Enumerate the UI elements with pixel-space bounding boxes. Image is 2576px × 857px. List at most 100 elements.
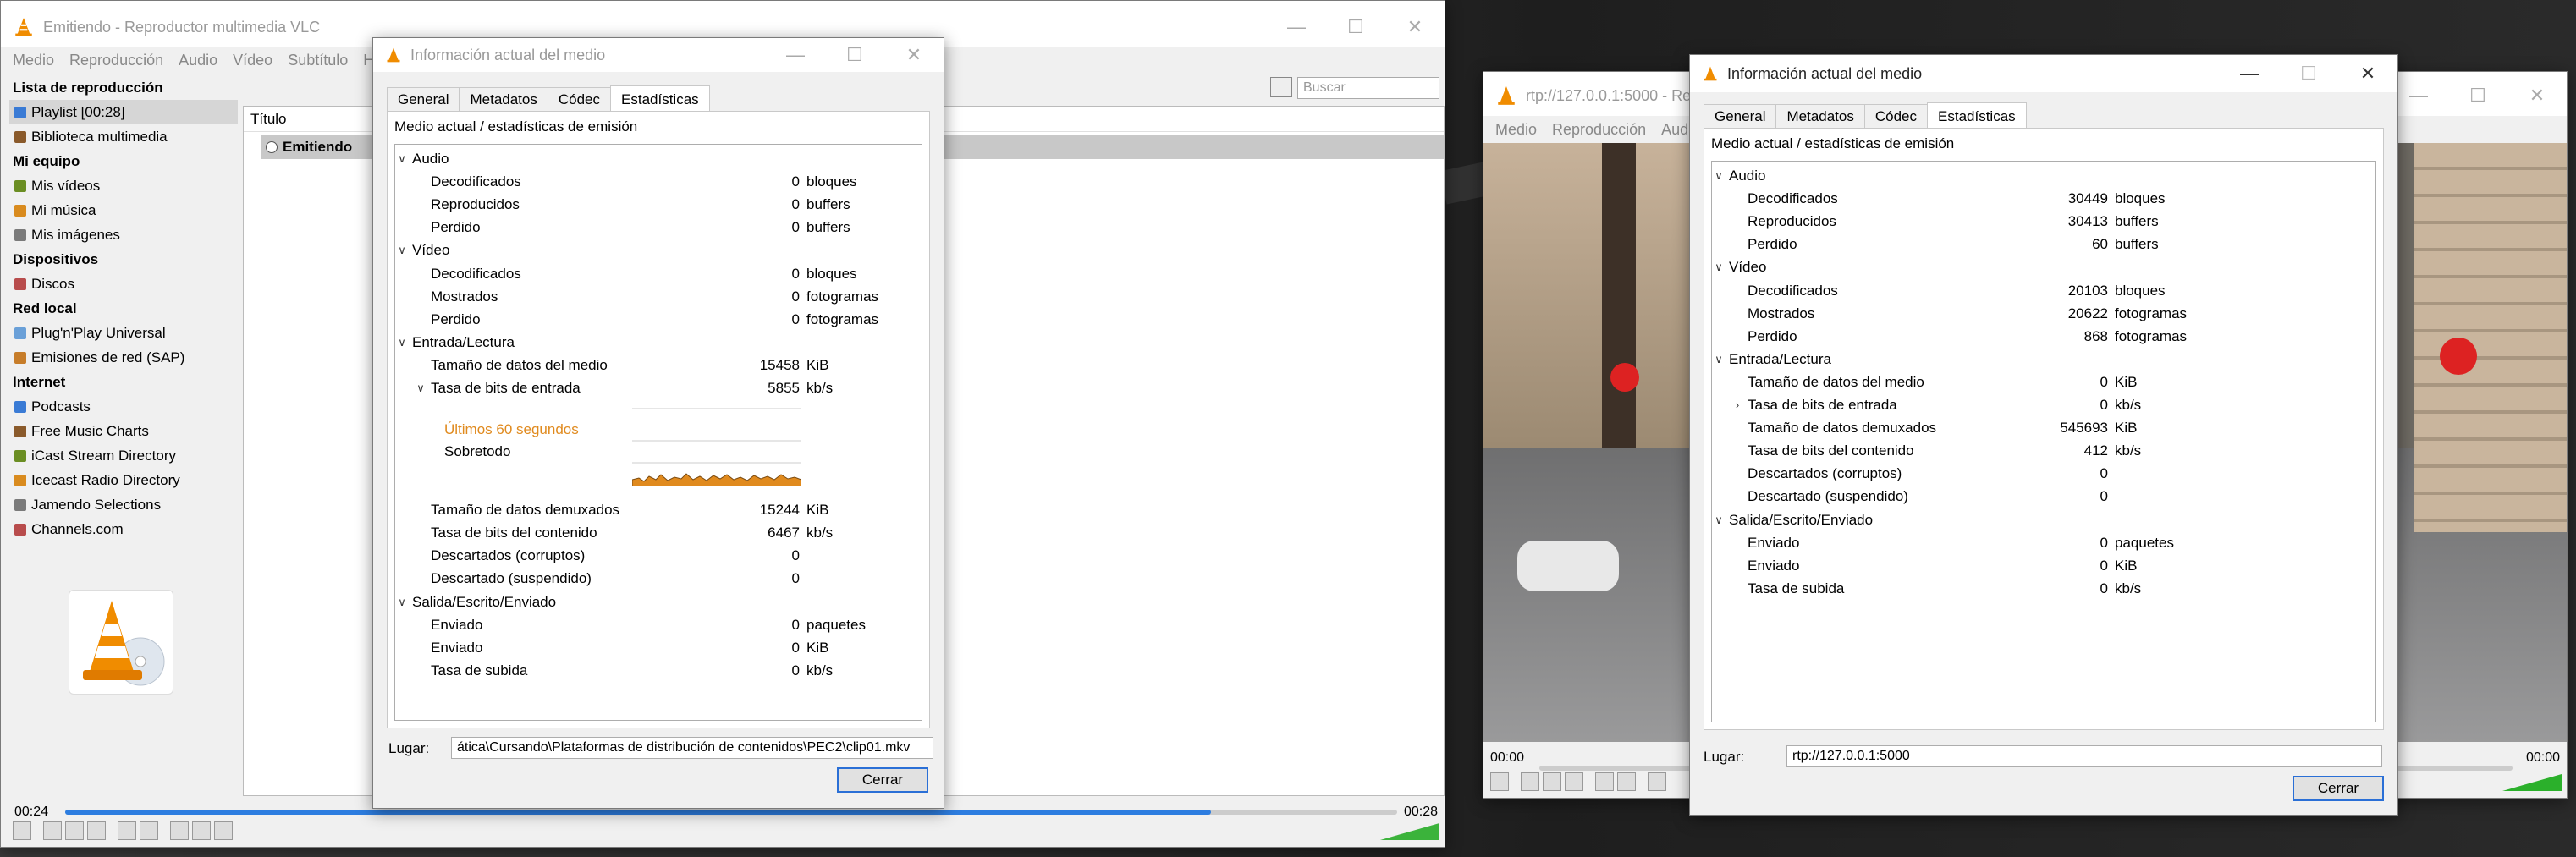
tab-metadata[interactable]: Metadatos (459, 87, 548, 111)
sidebar-item-icon (14, 401, 26, 413)
sidebar-item[interactable]: Mis imágenes (9, 222, 238, 247)
sidebar-item[interactable]: Playlist [00:28] (9, 100, 238, 124)
sidebar-item[interactable]: Mis vídeos (9, 173, 238, 198)
window-title: Emitiendo - Reproductor multimedia VLC (43, 18, 321, 36)
search-input[interactable]: Buscar (1297, 77, 1439, 99)
sidebar-item[interactable]: Icecast Radio Directory (9, 468, 238, 492)
close-window-button[interactable]: ✕ (2338, 55, 2397, 92)
prev-button[interactable] (43, 821, 62, 840)
statistics-tree[interactable]: ∨ Audio Decodificados 0 bloques Reproducidos 0… (394, 144, 922, 721)
tab-codec[interactable]: Códec (1863, 104, 1929, 128)
next-button[interactable] (1565, 772, 1583, 791)
prev-button[interactable] (1521, 772, 1539, 791)
menu-medio[interactable]: Medio (13, 52, 54, 69)
close-button[interactable]: Cerrar (2293, 776, 2384, 801)
next-button[interactable] (87, 821, 106, 840)
time-total: 00:28 (1403, 805, 1438, 819)
sidebar-section-header: Dispositivos (13, 251, 99, 267)
playlist-view-button[interactable] (1270, 77, 1292, 97)
sidebar-item[interactable]: Plug'n'Play Universal (9, 321, 238, 345)
control-buttons (13, 821, 233, 842)
stats-label: Mostrados (431, 288, 498, 305)
tab-codec[interactable]: Códec (547, 87, 612, 111)
minimize-button[interactable]: — (1267, 1, 1326, 53)
menu-audio[interactable]: Audio (179, 52, 217, 69)
sidebar-item-label: Icecast Radio Directory (31, 472, 180, 488)
stats-group-label: Entrada/Lectura (1729, 350, 1831, 367)
location-field[interactable]: ática\Cursando\Plataformas de distribuci… (451, 737, 933, 759)
maximize-button[interactable]: ☐ (825, 38, 884, 72)
close-window-button[interactable]: ✕ (884, 38, 944, 72)
stats-unit: kb/s (806, 525, 834, 541)
location-field[interactable]: rtp://127.0.0.1:5000 (1786, 745, 2382, 767)
loop-button[interactable] (192, 821, 211, 840)
vlc-cone-icon (387, 47, 400, 63)
expand-caret-icon[interactable]: ∨ (416, 377, 426, 399)
expand-caret-icon[interactable]: ∨ (1714, 349, 1724, 371)
playlist-button[interactable] (1648, 772, 1666, 791)
tab-general[interactable]: General (1704, 104, 1777, 128)
sidebar-item[interactable]: Emisiones de red (SAP) (9, 345, 238, 370)
expand-caret-icon[interactable]: ∨ (397, 332, 407, 354)
sidebar-item-label: Jamendo Selections (31, 497, 162, 513)
close-button[interactable]: Cerrar (837, 767, 928, 793)
menu-subtitulo[interactable]: Subtítulo (288, 52, 348, 69)
stats-label: Enviado (431, 616, 483, 633)
close-window-button[interactable]: ✕ (1385, 1, 1445, 53)
statistics-tree[interactable]: ∨ Audio Decodificados 30449 bloques Reproduci… (1711, 161, 2376, 722)
stop-button[interactable] (1543, 772, 1561, 791)
expand-caret-icon[interactable]: ∨ (397, 148, 407, 170)
tab-metadata[interactable]: Metadatos (1775, 104, 1865, 128)
fullscreen-button[interactable] (1595, 772, 1614, 791)
sidebar-item[interactable]: iCast Stream Directory (9, 443, 238, 468)
close-window-button[interactable]: ✕ (2507, 72, 2567, 119)
playlist-button[interactable] (170, 821, 189, 840)
time-total: 00:00 (2525, 750, 2560, 765)
expand-caret-icon[interactable]: ∨ (1714, 509, 1724, 531)
fullscreen-button[interactable] (118, 821, 136, 840)
sidebar-item[interactable]: Jamendo Selections (9, 492, 238, 517)
sidebar-item[interactable]: Mi música (9, 198, 238, 222)
dialog1-titlebar[interactable]: Información actual del medio — ☐ ✕ (373, 38, 944, 72)
tab-statistics[interactable]: Estadísticas (1927, 102, 2027, 128)
minimize-button[interactable]: — (766, 38, 825, 72)
sidebar-item[interactable]: Podcasts (9, 394, 238, 419)
stats-value: 20103 (2067, 282, 2108, 299)
collapsed-caret-icon[interactable]: › (1732, 394, 1742, 416)
tab-general[interactable]: General (387, 87, 460, 111)
pause-button[interactable] (1490, 772, 1509, 791)
stats-unit: kb/s (2115, 442, 2142, 459)
stats-label: Decodificados (1748, 282, 1838, 299)
extended-settings-button[interactable] (140, 821, 158, 840)
expand-caret-icon[interactable]: ∨ (397, 239, 407, 261)
sidebar-item[interactable]: Biblioteca multimedia (9, 124, 238, 149)
maximize-button[interactable]: ☐ (2279, 55, 2338, 92)
tab-statistics[interactable]: Estadísticas (610, 85, 710, 111)
maximize-button[interactable]: ☐ (1326, 1, 1385, 53)
stats-value: 412 (2083, 442, 2108, 459)
dialog2-titlebar[interactable]: Información actual del medio — ☐ ✕ (1690, 55, 2397, 92)
maximize-button[interactable]: ☐ (2448, 72, 2507, 119)
stats-unit: kb/s (806, 380, 834, 396)
sidebar-item[interactable]: Discos (9, 272, 238, 296)
menu-reproduccion[interactable]: Reproducción (1552, 121, 1646, 139)
pause-button[interactable] (13, 821, 31, 840)
volume-slider[interactable] (2502, 772, 2562, 793)
expand-caret-icon[interactable]: ∨ (1714, 165, 1724, 187)
seek-bar[interactable] (65, 810, 1397, 815)
sidebar-item[interactable]: Channels.com (9, 517, 238, 541)
stop-button[interactable] (65, 821, 84, 840)
volume-slider[interactable] (1380, 821, 1439, 842)
menu-audio[interactable]: Audi (1661, 121, 1692, 139)
extended-settings-button[interactable] (1617, 772, 1636, 791)
expand-caret-icon[interactable]: ∨ (397, 591, 407, 613)
expand-caret-icon[interactable]: ∨ (1714, 256, 1724, 278)
sidebar-item[interactable]: Free Music Charts (9, 419, 238, 443)
menu-video[interactable]: Vídeo (233, 52, 272, 69)
stats-label: Tamaño de datos demuxados (1748, 420, 1937, 437)
minimize-button[interactable]: — (2220, 55, 2279, 92)
shuffle-button[interactable] (214, 821, 233, 840)
bitrate-graph (631, 402, 802, 495)
menu-medio[interactable]: Medio (1495, 121, 1537, 139)
menu-reproduccion[interactable]: Reproducción (69, 52, 163, 69)
